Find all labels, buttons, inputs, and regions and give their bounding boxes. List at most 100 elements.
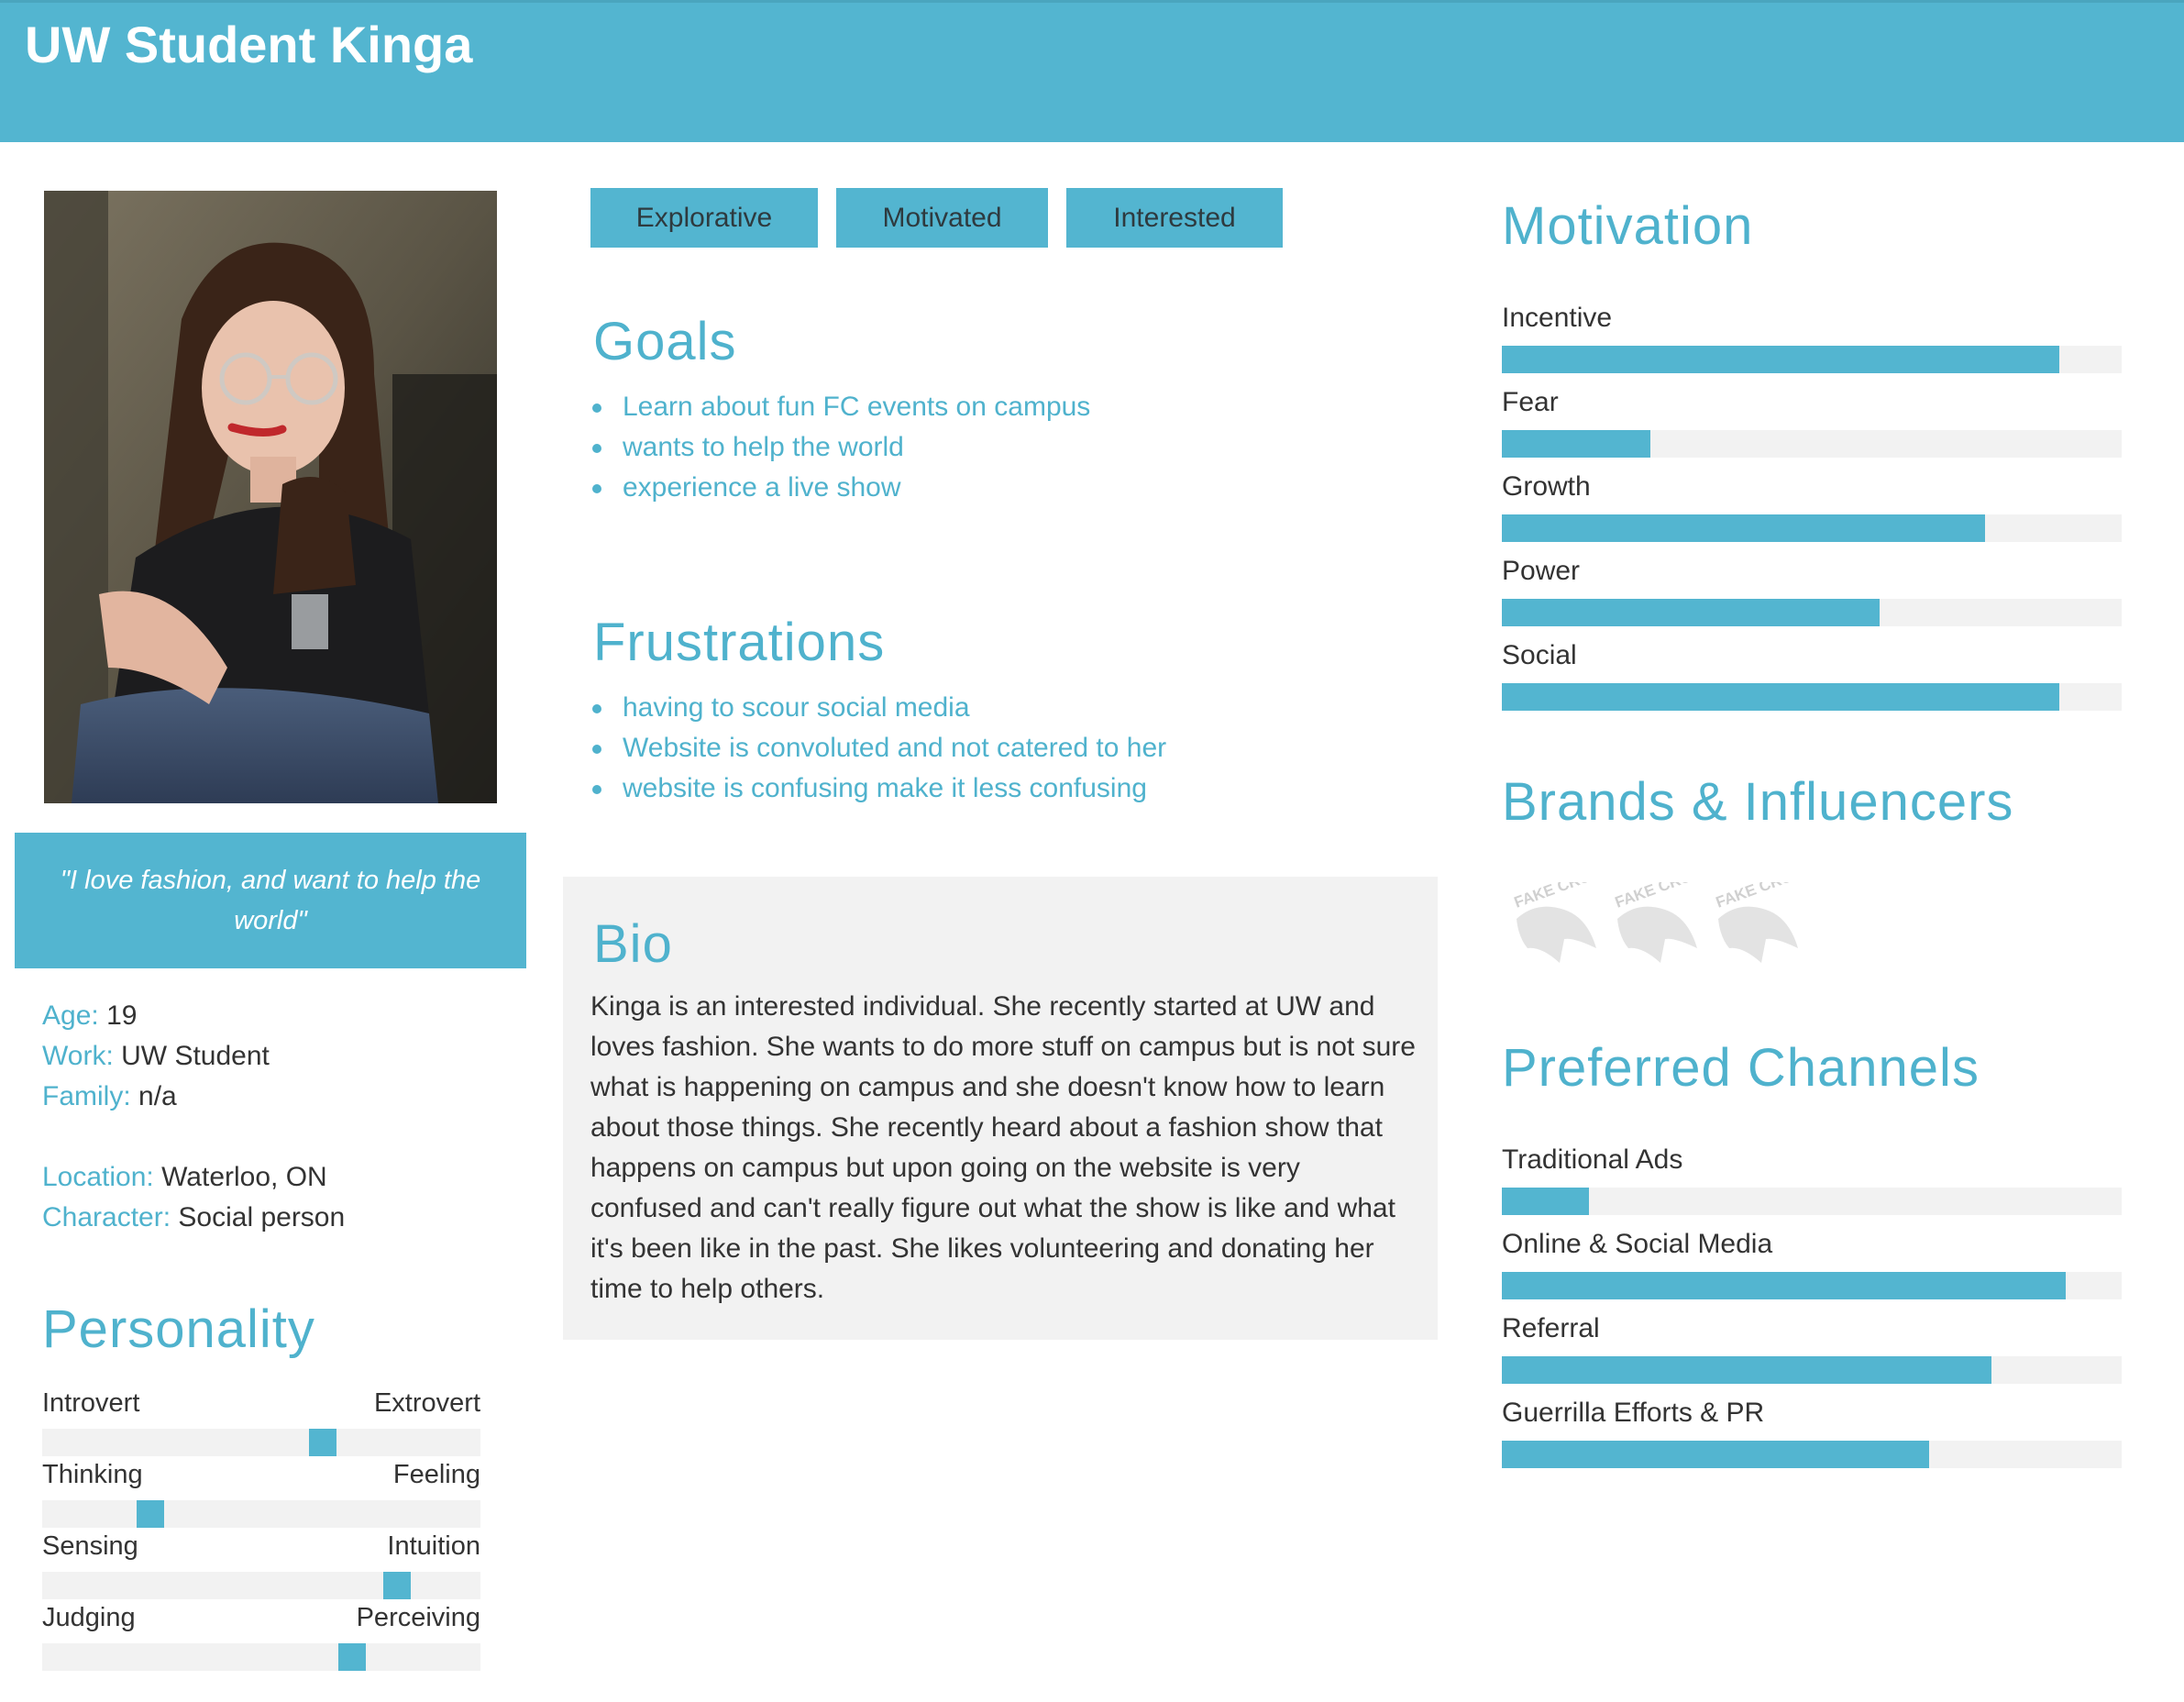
fake-crow-logo-icon: FAKE CROW — [1613, 882, 1702, 963]
tag-explorative: Explorative — [590, 188, 818, 248]
bar-label: Referral — [1502, 1313, 1600, 1343]
bar-track — [1502, 1441, 2122, 1468]
bar-label: Traditional Ads — [1502, 1144, 1683, 1175]
goal-item: Learn about fun FC events on campus — [590, 387, 1090, 427]
bar-label: Social — [1502, 640, 1577, 670]
trait-track — [42, 1572, 480, 1599]
trait-right-label: Perceiving — [356, 1603, 480, 1632]
detail-work: Work: UW Student — [42, 1036, 519, 1077]
detail-spacer — [42, 1117, 519, 1157]
trait-marker — [338, 1643, 366, 1671]
bio-panel: Bio Kinga is an interested individual. S… — [563, 877, 1438, 1340]
detail-value: Social person — [178, 1202, 346, 1232]
bar-fill — [1502, 430, 1651, 458]
channel-bars: Traditional Ads Online & Social Media Re… — [1502, 1142, 2122, 1479]
bar-fill — [1502, 1356, 1992, 1384]
bar-label: Growth — [1502, 471, 1591, 502]
bar-track — [1502, 683, 2122, 711]
bar-fill — [1502, 514, 1986, 542]
goals-list: Learn about fun FC events on campus want… — [590, 387, 1090, 508]
fake-crow-logo-icon: FAKE CROW — [1714, 882, 1803, 963]
detail-location: Location: Waterloo, ON — [42, 1157, 519, 1198]
bar-track — [1502, 1188, 2122, 1215]
bar-fill — [1502, 1441, 1930, 1468]
personality-sliders: Introvert Extrovert Thinking Feeling Sen… — [42, 1385, 480, 1671]
tag-motivated: Motivated — [836, 188, 1048, 248]
bar-track — [1502, 346, 2122, 373]
bar-fill — [1502, 683, 2060, 711]
personality-trait: Judging Perceiving — [42, 1599, 480, 1671]
trait-left-label: Thinking — [42, 1460, 143, 1489]
channel-bar: Referral — [1502, 1310, 2122, 1395]
motivation-bar: Incentive — [1502, 300, 2122, 384]
bar-label: Online & Social Media — [1502, 1229, 1773, 1259]
fake-crow-logo-icon: FAKE CROW — [1512, 882, 1601, 963]
persona-photo — [44, 191, 497, 803]
motivation-title: Motivation — [1502, 196, 1754, 256]
frustration-item: Website is convoluted and not catered to… — [590, 728, 1166, 768]
tag-interested: Interested — [1066, 188, 1283, 248]
motivation-bar: Social — [1502, 637, 2122, 722]
bar-track — [1502, 1272, 2122, 1299]
motivation-bars: Incentive Fear Growth Power Social — [1502, 300, 2122, 722]
detail-label: Location: — [42, 1162, 154, 1192]
channels-title: Preferred Channels — [1502, 1038, 1980, 1098]
persona-quote: "I love fashion, and want to help the wo… — [60, 866, 481, 935]
trait-track — [42, 1429, 480, 1456]
detail-character: Character: Social person — [42, 1198, 519, 1238]
bio-title: Bio — [593, 914, 673, 974]
frustrations-title: Frustrations — [593, 613, 886, 672]
trait-left-label: Sensing — [42, 1531, 138, 1561]
trait-right-label: Extrovert — [373, 1388, 480, 1418]
detail-value: UW Student — [121, 1041, 270, 1071]
trait-marker — [137, 1500, 164, 1528]
detail-label: Family: — [42, 1081, 131, 1111]
persona-portrait-image — [44, 191, 497, 803]
frustrations-list: having to scour social media Website is … — [590, 688, 1166, 809]
trait-track — [42, 1500, 480, 1528]
channel-bar: Online & Social Media — [1502, 1226, 2122, 1310]
bar-track — [1502, 514, 2122, 542]
trait-right-label: Feeling — [392, 1460, 480, 1489]
persona-details: Age: 19 Work: UW Student Family: n/a Loc… — [42, 996, 519, 1238]
goal-item: experience a live show — [590, 468, 1090, 508]
trait-marker — [383, 1572, 411, 1599]
header-bar: UW Student Kinga — [0, 0, 2184, 142]
bar-fill — [1502, 1272, 2067, 1299]
detail-value: Waterloo, ON — [161, 1162, 327, 1192]
personality-trait: Sensing Intuition — [42, 1528, 480, 1599]
frustration-item: having to scour social media — [590, 688, 1166, 728]
bar-track — [1502, 1356, 2122, 1384]
motivation-bar: Growth — [1502, 469, 2122, 553]
detail-family: Family: n/a — [42, 1077, 519, 1117]
detail-age: Age: 19 — [42, 996, 519, 1036]
bio-text: Kinga is an interested individual. She r… — [590, 991, 1416, 1304]
bar-track — [1502, 430, 2122, 458]
bar-label: Power — [1502, 556, 1581, 586]
personality-title: Personality — [42, 1299, 315, 1359]
bar-label: Fear — [1502, 387, 1559, 417]
goal-item: wants to help the world — [590, 427, 1090, 468]
personality-trait: Introvert Extrovert — [42, 1385, 480, 1456]
trait-right-label: Intuition — [387, 1531, 480, 1561]
brands-title: Brands & Influencers — [1502, 772, 2014, 832]
quote-box: "I love fashion, and want to help the wo… — [15, 833, 526, 968]
bar-fill — [1502, 346, 2060, 373]
bar-label: Incentive — [1502, 303, 1613, 333]
detail-value: n/a — [138, 1081, 177, 1111]
brand-logo-text: FAKE CROW — [1512, 882, 1601, 912]
trait-track — [42, 1643, 480, 1671]
detail-label: Age: — [42, 1000, 99, 1031]
brand-logo-text: FAKE CROW — [1613, 882, 1702, 912]
bar-track — [1502, 599, 2122, 626]
goals-title: Goals — [593, 312, 737, 371]
trait-left-label: Introvert — [42, 1388, 140, 1418]
channel-bar: Guerrilla Efforts & PR — [1502, 1395, 2122, 1479]
brand-logo-text: FAKE CROW — [1714, 882, 1803, 912]
persona-page: UW Student Kinga "I love fashion, and wa… — [0, 0, 2184, 1702]
trait-marker — [309, 1429, 336, 1456]
bar-label: Guerrilla Efforts & PR — [1502, 1398, 1765, 1428]
motivation-bar: Power — [1502, 553, 2122, 637]
persona-title: UW Student Kinga — [25, 16, 473, 73]
bar-fill — [1502, 1188, 1589, 1215]
